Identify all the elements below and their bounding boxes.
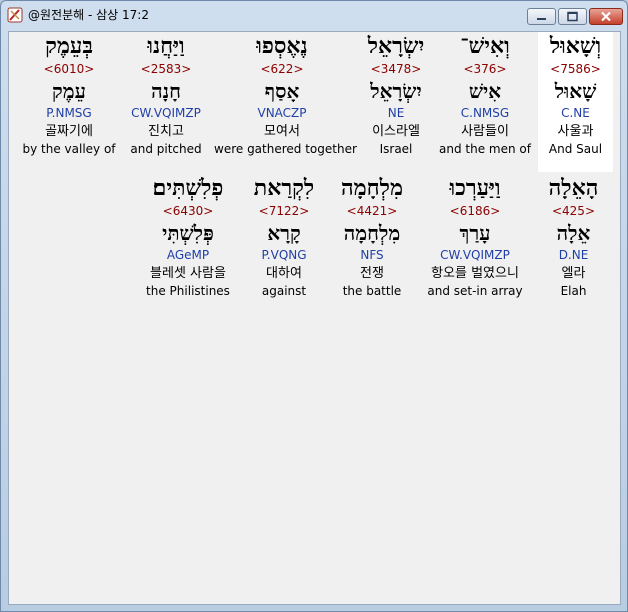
lexical-form: אָסַף <box>264 79 300 103</box>
korean-gloss: 대하여 <box>266 266 302 281</box>
word-block[interactable]: מִלְחָמָה <4421> מִלְחָמָה NFS 전쟁 the ba… <box>330 174 414 299</box>
word-block[interactable]: לִקְרַאת <7122> קָרָא P.VQNG 대하여 against <box>242 174 326 299</box>
word-block[interactable]: פְלִשְׁתִּים׃ <6430> פְּלִשְׁתִּי AGeMP … <box>136 174 240 299</box>
maximize-button[interactable] <box>558 8 587 25</box>
strong-number: <3478> <box>370 62 422 76</box>
maximize-icon <box>567 11 578 22</box>
lexical-form: עֵמֶק <box>52 79 86 103</box>
korean-gloss: 이스라엘 <box>372 124 420 139</box>
english-gloss: Israel <box>379 142 413 156</box>
minimize-icon <box>537 18 546 20</box>
english-gloss: against <box>261 284 307 298</box>
lexical-form: חָנָה <box>151 79 181 103</box>
strong-number: <622> <box>260 62 304 76</box>
word-block[interactable]: הָאֵלָה <425> אֵלָה D.NE 엘라 Elah <box>540 174 607 299</box>
close-button[interactable] <box>589 8 623 25</box>
strong-number: <4421> <box>346 204 398 218</box>
hebrew-word: יִשְׂרָאֵל <box>367 33 425 59</box>
english-gloss: and the men of <box>439 142 531 156</box>
lexical-form: שָׁאוּל <box>554 79 597 103</box>
strong-number: <376> <box>463 62 507 76</box>
word-block[interactable]: וַיַּעַרְכוּ <6186> עָרַךְ CW.VQIMZP 항오를… <box>418 174 532 299</box>
english-gloss: and set-in array <box>427 284 523 298</box>
hebrew-word: וַיַּעַרְכוּ <box>449 175 501 201</box>
english-gloss: And Saul <box>548 142 603 156</box>
parsing-code: NE <box>387 106 405 120</box>
close-icon <box>601 11 611 22</box>
korean-gloss: 블레셋 사람을 <box>150 266 226 281</box>
lexical-form: פְּלִשְׁתִּי <box>162 221 214 245</box>
parsing-code: CW.VQIMZP <box>440 248 510 262</box>
hebrew-word: וְשָׁאוּל <box>549 33 602 59</box>
korean-gloss: 모여서 <box>264 124 300 139</box>
parsing-code: C.NE <box>561 106 590 120</box>
hebrew-word: פְלִשְׁתִּים׃ <box>152 175 224 201</box>
korean-gloss: 항오를 벌였으니 <box>431 266 519 281</box>
parsing-code: D.NE <box>558 248 589 262</box>
strong-number: <6430> <box>162 204 214 218</box>
word-block[interactable]: יִשְׂרָאֵל <3478> יִשְׂרָאֵל NE 이스라엘 Isr… <box>352 32 440 157</box>
hebrew-word: בְּעֵמֶק <box>45 33 93 59</box>
strong-number: <7586> <box>550 62 601 76</box>
lexical-form: יִשְׂרָאֵל <box>370 79 422 103</box>
parsing-code: VNACZP <box>257 106 307 120</box>
hebrew-word: הָאֵלָה <box>548 175 599 201</box>
word-block[interactable]: וַיַּחֲנוּ <2583> חָנָה CW.VQIMZP 진치고 an… <box>122 32 210 157</box>
hebrew-word: וְאִישׁ־ <box>460 33 510 59</box>
app-icon <box>7 7 23 23</box>
parsing-code: CW.VQIMZP <box>131 106 201 120</box>
analysis-panel: וְשָׁאוּל <7586> שָׁאוּל C.NE 사울과 And Sa… <box>8 31 621 605</box>
lexical-form: אֵלָה <box>556 221 591 245</box>
parsing-code: P.VQNG <box>261 248 307 262</box>
word-block[interactable]: וְאִישׁ־ <376> אִישׁ C.NMSG 사람들이 and the… <box>432 32 538 157</box>
parsing-code: NFS <box>360 248 384 262</box>
strong-number: <6186> <box>449 204 501 218</box>
korean-gloss: 사울과 <box>557 124 594 139</box>
english-gloss: were gathered together <box>214 142 357 156</box>
korean-gloss: 전쟁 <box>360 266 384 281</box>
window-title: @원전분해 - 삼상 17:2 <box>28 8 149 22</box>
parsing-code: C.NMSG <box>460 106 510 120</box>
hebrew-word: נֶאֶסְפוּ <box>256 33 308 59</box>
english-gloss: Elah <box>560 284 587 298</box>
app-window: @원전분해 - 삼상 17:2 וְשָׁאוּל <7586> שָׁאוּל… <box>0 0 628 612</box>
hebrew-word: וַיַּחֲנוּ <box>147 33 185 59</box>
lexical-form: עָרַךְ <box>459 221 491 245</box>
word-block[interactable]: וְשָׁאוּל <7586> שָׁאוּל C.NE 사울과 And Sa… <box>538 32 613 172</box>
lexical-form: אִישׁ <box>468 79 502 103</box>
strong-number: <425> <box>551 204 595 218</box>
strong-number: <2583> <box>140 62 192 76</box>
english-gloss: and pitched <box>130 142 202 156</box>
word-block[interactable]: נֶאֶסְפוּ <622> אָסַף VNACZP 모여서 were ga… <box>214 32 357 157</box>
word-block[interactable]: בְּעֵמֶק <6010> עֵמֶק P.NMSG 골짜기에 by the… <box>16 32 122 157</box>
english-gloss: the Philistines <box>146 284 230 298</box>
strong-number: <6010> <box>43 62 95 76</box>
hebrew-word: לִקְרַאת <box>253 175 315 201</box>
korean-gloss: 진치고 <box>148 124 184 139</box>
korean-gloss: 사람들이 <box>461 124 509 139</box>
english-gloss: the battle <box>342 284 402 298</box>
lexical-form: מִלְחָמָה <box>343 221 401 245</box>
korean-gloss: 골짜기에 <box>45 124 93 139</box>
hebrew-word: מִלְחָמָה <box>340 175 404 201</box>
title-bar[interactable]: @원전분해 - 삼상 17:2 <box>1 1 627 29</box>
korean-gloss: 엘라 <box>561 266 586 281</box>
english-gloss: by the valley of <box>22 142 116 156</box>
strong-number: <7122> <box>258 204 310 218</box>
minimize-button[interactable] <box>527 8 556 25</box>
parsing-code: AGeMP <box>166 248 210 262</box>
lexical-form: קָרָא <box>267 221 301 245</box>
parsing-code: P.NMSG <box>46 106 92 120</box>
